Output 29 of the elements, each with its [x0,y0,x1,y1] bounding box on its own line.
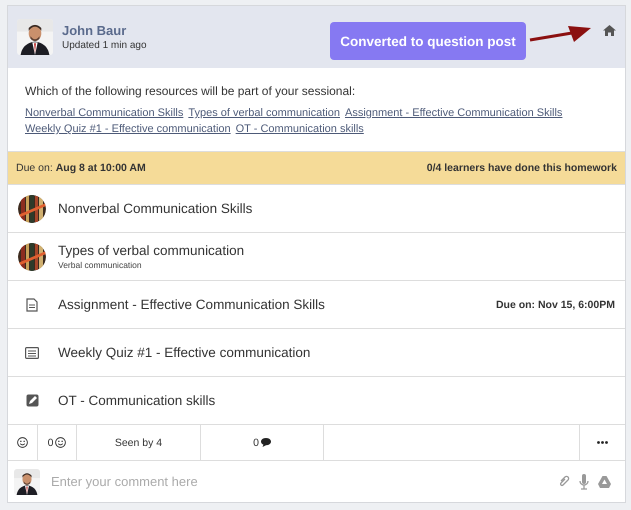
likes-count[interactable]: 0 [38,425,77,460]
resource-title: Assignment - Effective Communication Skills [58,297,326,312]
completion-count: 0/4 learners have done this homework [426,162,617,174]
resource-link[interactable]: Nonverbal Communication Skills [25,105,184,121]
author-name[interactable]: John Baur [62,23,126,38]
resource-row[interactable]: Assignment - Effective Communication Skills Due on: Nov 15, 6:00PM [8,280,625,328]
question-text: Which of the following resources will be part of your sessional: [25,84,356,98]
seen-count[interactable]: Seen by 4 [77,425,201,460]
resource-title: Nonverbal Communication Skills [58,201,254,216]
resource-subtitle: Verbal communication [58,260,143,270]
resource-title: Types of verbal communication [58,243,246,258]
resource-title: Weekly Quiz #1 - Effective communication [58,345,312,360]
resource-title: OT - Communication skills [58,393,216,408]
resource-link[interactable]: Weekly Quiz #1 - Effective communication [25,121,231,137]
likes-number: 0 [48,436,54,448]
resource-row[interactable]: Nonverbal Communication Skills [8,184,625,232]
updated-time: Updated 1 min ago [62,40,147,51]
due-date: Due on: Aug 8 at 10:00 AM [16,162,146,174]
resource-row[interactable]: Types of verbal communication Verbal communication [8,232,625,280]
resource-row[interactable]: OT - Communication skills [8,376,625,424]
comment-field[interactable]: Enter your comment here [49,473,549,490]
resource-link[interactable]: Assignment - Effective Communication Skills [344,105,562,121]
resource-link[interactable]: OT - Communication skills [236,121,364,137]
resource-due-date: Due on: Nov 15, 6:00PM [496,298,615,310]
comments-count[interactable]: 0 [201,425,324,460]
resource-link[interactable]: Types of verbal communication [188,105,340,121]
resource-row[interactable]: Weekly Quiz #1 - Effective communication [8,328,625,376]
annotation-callout: Converted to question post [330,22,526,60]
comments-number: 0 [253,436,259,448]
